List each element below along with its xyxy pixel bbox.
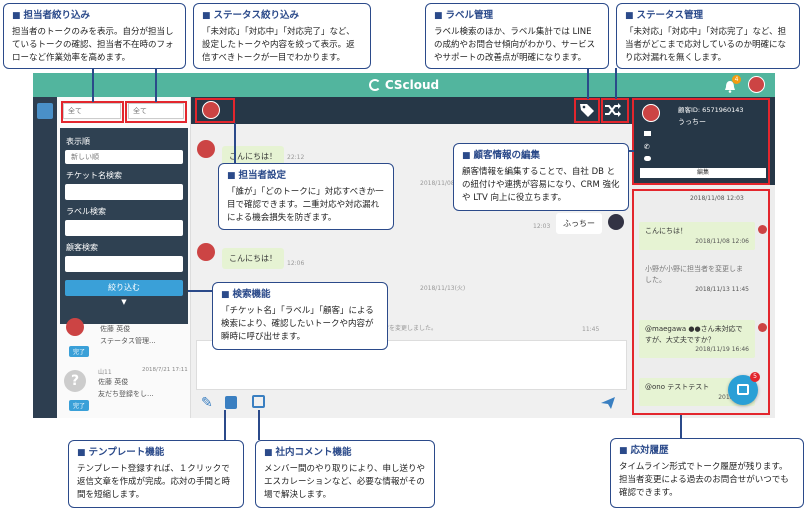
label-search-label: ラベル検索 xyxy=(66,207,106,216)
connector-line xyxy=(224,410,226,440)
history-item: @maegawa ●●さん未対応ですが、大丈夫ですか？ 2018/11/19 1… xyxy=(639,320,755,358)
callout-assignee-set: 担当者設定 「誰が」「どのトークに」対応すべきか一目で確認できます。二重対応や対… xyxy=(218,163,394,230)
connector-line xyxy=(587,68,589,99)
history-avatar xyxy=(758,225,767,234)
fab-message-icon xyxy=(737,384,749,395)
callout-status-filter: ステータス絞り込み 「未対応」「対応中」「対応完了」など、設定したトークや内容を… xyxy=(193,3,371,69)
paperclip-icon[interactable]: ✎ xyxy=(201,395,213,411)
connector-line xyxy=(680,415,682,440)
connector-line xyxy=(188,290,213,292)
list-item-placeholder-avatar: ? xyxy=(64,370,86,392)
ticket-search-label: チケット名検索 xyxy=(66,171,122,180)
filter-submit-button[interactable]: 絞り込む xyxy=(65,280,183,296)
system-time: 11:45 xyxy=(582,326,600,333)
message-time: 22:12 xyxy=(287,154,305,161)
assignee-highlight xyxy=(195,98,235,123)
connector-line xyxy=(155,68,157,102)
chat-message-outgoing: ふっちー xyxy=(556,213,602,234)
list-item-status: 完了 xyxy=(69,346,90,357)
customer-search-input[interactable] xyxy=(65,256,183,272)
callout-template: テンプレート機能 テンプレート登録すれば、１クリックで返信文章を作成が完成。応対… xyxy=(68,440,244,508)
history-item: こんにちは！ 2018/11/08 12:06 xyxy=(639,222,755,250)
agent-avatar xyxy=(608,214,624,230)
template-icon[interactable] xyxy=(225,396,237,409)
list-item-date: 2018/7/21 17:11 xyxy=(142,367,188,373)
label-highlight xyxy=(574,98,600,123)
callout-history: 応対履歴 タイムライン形式でトーク履歴が残ります。担当者変更による過去のお問合せ… xyxy=(610,438,804,508)
message-time: 12:03 xyxy=(533,223,551,230)
chat-header xyxy=(191,97,632,124)
connector-line xyxy=(615,68,617,99)
brand-logo: CScloud xyxy=(33,73,775,97)
top-bar: CScloud xyxy=(33,73,775,97)
notification-badge: 4 xyxy=(732,75,741,84)
callout-search: 検索機能 「チケット名」「ラベル」「顧客」による検索により、確認したいトークや内… xyxy=(212,282,388,350)
list-item-avatar xyxy=(66,318,84,336)
label-search-input[interactable] xyxy=(65,220,183,236)
history-time: 2018/11/08 12:03 xyxy=(690,195,744,202)
order-select[interactable]: 新しい順 xyxy=(65,150,183,164)
status-highlight xyxy=(601,98,629,123)
list-item-name: 佐藤 英俊 xyxy=(100,325,131,333)
collapse-chevron-icon[interactable]: ▼ xyxy=(64,298,184,306)
send-icon[interactable] xyxy=(600,395,616,414)
comment-icon[interactable] xyxy=(252,395,265,408)
message-avatar xyxy=(197,243,215,261)
list-item-preview: 友だち登録をし... xyxy=(98,390,154,398)
history-item: 小野が小野に担当者を変更しました。 2018/11/13 11:45 xyxy=(645,265,749,293)
list-item-name: 佐藤 英俊 xyxy=(98,378,129,386)
left-rail xyxy=(33,97,57,418)
callout-customer-edit: 顧客情報の編集 顧客情報を編集することで、自社 DB との紐付けや連携が容易にな… xyxy=(453,143,629,211)
connector-line xyxy=(258,410,260,440)
search-filter-panel: 表示順 新しい順 チケット名検索 ラベル検索 顧客検索 絞り込む ▼ xyxy=(60,128,188,324)
list-item-preview: ステータス管理... xyxy=(100,337,156,345)
customer-highlight xyxy=(632,98,770,185)
list-item-status: 完了 xyxy=(69,400,90,411)
order-label: 表示順 xyxy=(66,137,90,146)
chat-message: こんにちは！ xyxy=(222,248,284,269)
date-divider: 2018/11/13(火) xyxy=(420,285,466,292)
connector-line xyxy=(234,123,236,165)
list-item-id: 山11 xyxy=(98,369,112,376)
message-avatar xyxy=(197,140,215,158)
message-time: 12:06 xyxy=(287,260,305,267)
callout-label-mgmt: ラベル管理 ラベル検索のほか、ラベル集計では LINE の成約やお問合せ傾向がわ… xyxy=(425,3,609,69)
customer-search-label: 顧客検索 xyxy=(66,243,98,252)
cscloud-logo-icon xyxy=(368,79,381,91)
ticket-search-input[interactable] xyxy=(65,184,183,200)
callout-status-mgmt: ステータス管理 「未対応」「対応中」「対応完了」など、担当者がどこまで応対してい… xyxy=(616,3,800,69)
history-avatar xyxy=(758,323,767,332)
assignee-filter-highlight xyxy=(61,101,124,123)
fab-badge: 5 xyxy=(750,372,760,382)
callout-comment: 社内コメント機能 メンバー間のやり取りにより、申し送りやエスカレーションなど、必… xyxy=(255,440,435,508)
user-avatar[interactable] xyxy=(748,76,765,93)
callout-assignee-filter: 担当者絞り込み 担当者のトークのみを表示。自分が担当しているトークの確認、担当者… xyxy=(3,3,186,69)
status-filter-highlight xyxy=(125,101,187,123)
connector-line xyxy=(92,68,94,102)
rail-app-icon[interactable] xyxy=(37,103,53,119)
